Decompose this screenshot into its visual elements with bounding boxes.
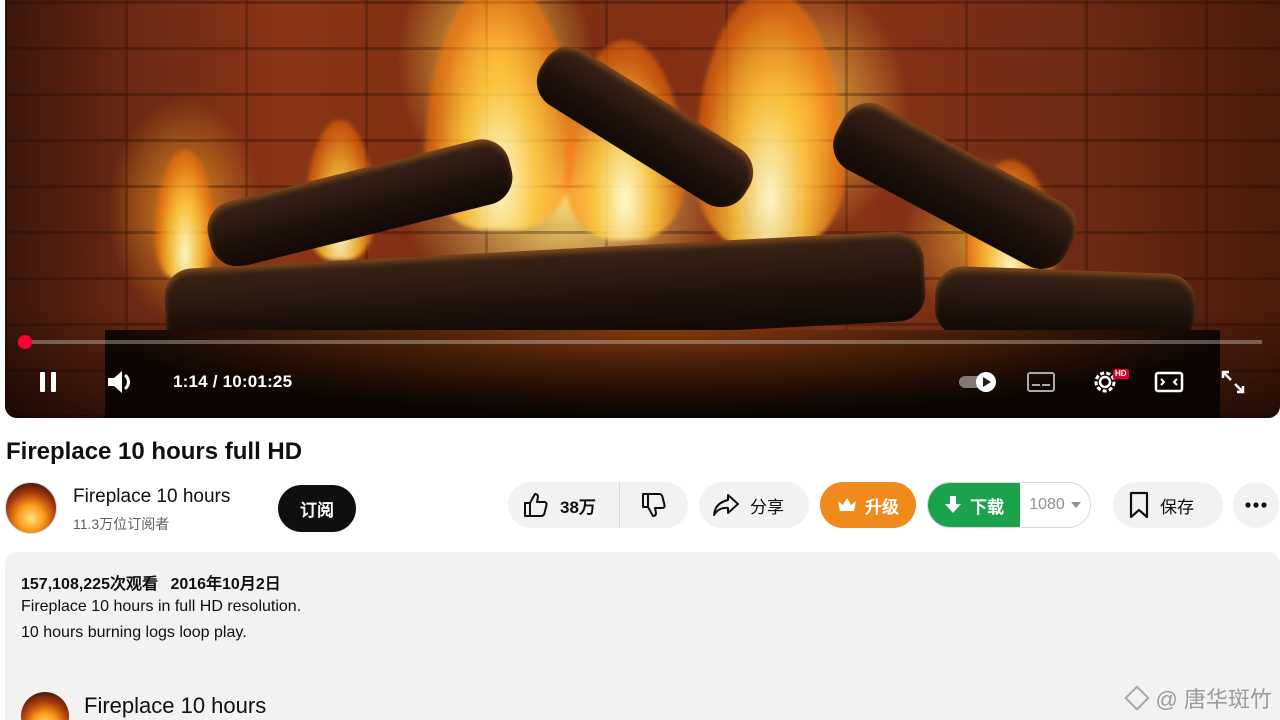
pause-icon [40, 372, 56, 392]
chevron-down-icon [1070, 502, 1081, 508]
video-player[interactable]: 1:14 / 10:01:25 HD [5, 0, 1280, 418]
fullscreen-button[interactable] [1213, 365, 1253, 399]
theater-mode-icon [1154, 371, 1184, 393]
download-group: 下载 1080 [927, 482, 1091, 528]
captions-icon [1027, 372, 1055, 392]
watermark-text: @ 唐华斑竹 [1155, 687, 1272, 712]
volume-icon [108, 371, 130, 393]
watermark: @ 唐华斑竹 [1123, 682, 1272, 714]
download-button[interactable]: 下载 [928, 483, 1020, 527]
share-arrow-icon [713, 494, 739, 516]
save-label: 保存 [1160, 497, 1194, 517]
upload-date: 2016年10月2日 [170, 576, 281, 593]
like-count: 38万 [560, 497, 596, 517]
like-button[interactable]: 38万 [508, 482, 620, 528]
progress-bar[interactable] [18, 335, 1262, 349]
autoplay-toggle-icon [959, 372, 996, 392]
description-line: 10 hours burning logs loop play. [21, 624, 247, 641]
description-meta: 157,108,225次观看 2016年10月2日 [21, 570, 281, 594]
thumbs-down-icon [642, 493, 666, 517]
upgrade-button[interactable]: 升级 [820, 482, 916, 528]
subscribe-button[interactable]: 订阅 [278, 485, 356, 532]
quality-select[interactable]: 1080 [1020, 483, 1090, 527]
time-display: 1:14 / 10:01:25 [173, 372, 293, 391]
share-button[interactable]: 分享 [699, 482, 809, 528]
description-channel-avatar[interactable] [21, 692, 69, 720]
crown-icon [838, 498, 856, 511]
like-dislike-group: 38万 [508, 482, 688, 528]
quality-value: 1080 [1029, 496, 1065, 513]
hd-badge: HD [1113, 369, 1129, 379]
description-channel-name[interactable]: Fireplace 10 hours [84, 693, 266, 719]
volume-button[interactable] [101, 365, 141, 399]
more-dots-icon [1245, 502, 1267, 508]
download-label: 下载 [970, 497, 1004, 517]
video-title: Fireplace 10 hours full HD [6, 438, 303, 465]
channel-name[interactable]: Fireplace 10 hours [73, 486, 230, 508]
pause-button[interactable] [33, 365, 63, 399]
channel-avatar[interactable] [5, 482, 57, 534]
controls-gradient [5, 308, 1280, 418]
view-count: 157,108,225次观看 [21, 576, 158, 593]
upgrade-label: 升级 [865, 497, 899, 517]
theater-mode-button[interactable] [1149, 365, 1189, 399]
dislike-button[interactable] [620, 482, 688, 528]
captions-button[interactable] [1023, 365, 1059, 399]
description-box[interactable]: 157,108,225次观看 2016年10月2日 Fireplace 10 h… [5, 552, 1280, 720]
more-actions-button[interactable] [1233, 482, 1279, 528]
description-line: Fireplace 10 hours in full HD resolution… [21, 598, 302, 615]
bookmark-icon [1129, 491, 1149, 519]
fullscreen-icon [1221, 370, 1245, 394]
download-arrow-icon [945, 496, 961, 513]
share-label: 分享 [750, 497, 784, 517]
subscriber-count: 11.3万位订阅者 [73, 516, 170, 532]
save-button[interactable]: 保存 [1113, 482, 1223, 528]
thumbs-up-icon [524, 493, 548, 517]
watermark-logo-icon [1123, 685, 1150, 711]
autoplay-toggle[interactable] [955, 365, 999, 399]
